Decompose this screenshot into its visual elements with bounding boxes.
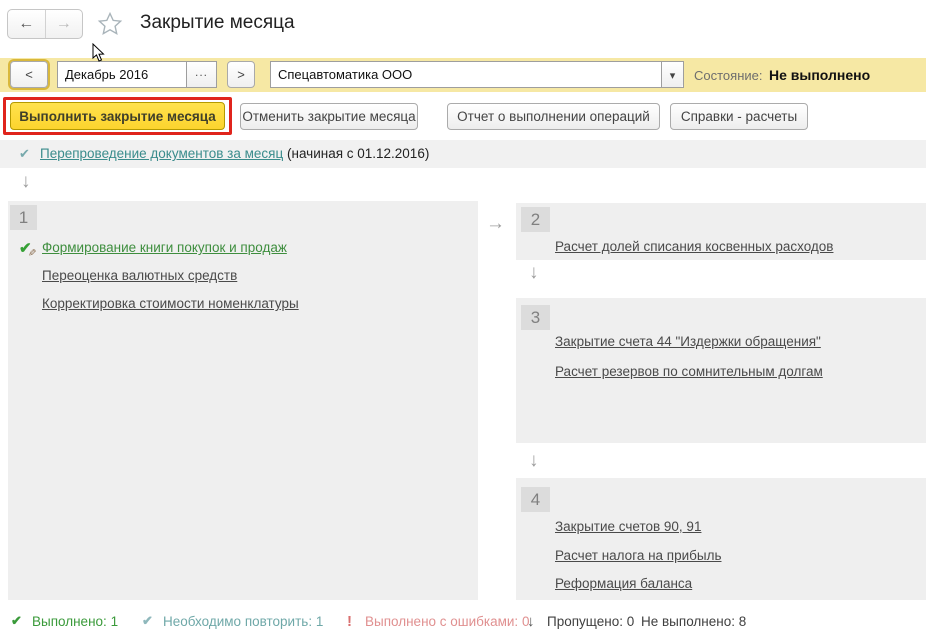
reposting-row: Перепроведение документов за месяц (начи… <box>0 140 926 168</box>
completed-check-pencil-icon <box>19 239 37 257</box>
repeat-check-icon <box>142 613 153 629</box>
status-errors-label: Выполнено с ошибками: <box>365 614 518 629</box>
period-toolbar: < Декабрь 2016 > Спецавтоматика ООО Сост… <box>0 58 926 92</box>
operation-link[interactable]: Расчет долей списания косвенных расходов <box>555 239 833 254</box>
stage-1-badge: 1 <box>10 205 37 230</box>
done-check-icon <box>11 613 22 629</box>
status-done-label: Выполнено: <box>32 614 107 629</box>
back-button[interactable] <box>8 10 45 38</box>
operation-link[interactable]: Расчет резервов по сомнительным долгам <box>555 364 823 379</box>
arrow-right-icon <box>56 15 72 33</box>
previous-period-button[interactable]: < <box>10 61 48 88</box>
operations-report-button[interactable]: Отчет о выполнении операций <box>447 103 660 130</box>
favorite-star-icon[interactable] <box>96 10 124 43</box>
operation-link[interactable]: Закрытие счетов 90, 91 <box>555 519 701 534</box>
organization-dropdown-button[interactable] <box>661 62 683 87</box>
chevron-down-icon <box>670 68 676 82</box>
flow-down-arrow-icon: ↓ <box>21 172 31 191</box>
state-label: Состояние: <box>694 68 762 83</box>
status-bar: Выполнено: 1 Необходимо повторить: 1 Вып… <box>0 610 926 638</box>
references-calculations-button[interactable]: Справки - расчеты <box>670 103 808 130</box>
organization-field: Спецавтоматика ООО <box>270 61 684 88</box>
operation-link[interactable]: Формирование книги покупок и продаж <box>42 240 287 255</box>
month-closing-window: Закрытие месяца < Декабрь 2016 > Спецавт… <box>0 0 926 638</box>
period-picker-button[interactable] <box>186 62 216 87</box>
state-value: Не выполнено <box>769 67 870 83</box>
stage-2-badge: 2 <box>521 207 550 232</box>
status-skipped-label: Пропущено: <box>547 614 623 629</box>
reposting-link[interactable]: Перепроведение документов за месяц <box>40 146 283 161</box>
operation-link[interactable]: Реформация баланса <box>555 576 692 591</box>
status-not-done-value: 8 <box>739 614 747 629</box>
cancel-closing-button[interactable]: Отменить закрытие месяца <box>240 103 418 130</box>
perform-closing-button[interactable]: Выполнить закрытие месяца <box>10 102 225 130</box>
stage-1-panel <box>8 201 478 600</box>
period-input[interactable]: Декабрь 2016 <box>58 62 186 87</box>
flow-down-arrow-icon: ↓ <box>529 263 539 282</box>
check-icon <box>19 145 30 163</box>
stage-3-badge: 3 <box>521 305 550 330</box>
organization-input[interactable]: Спецавтоматика ООО <box>271 62 661 87</box>
mouse-cursor <box>92 43 106 68</box>
forward-button[interactable] <box>45 10 83 38</box>
ellipsis-icon <box>195 68 208 82</box>
arrow-left-icon <box>18 15 34 33</box>
operation-link[interactable]: Переоценка валютных средств <box>42 268 237 283</box>
status-not-done-label: Не выполнено: <box>641 614 735 629</box>
status-not-done: Не выполнено: 8 <box>641 614 746 629</box>
status-skipped: Пропущено: 0 <box>547 614 634 629</box>
operation-link[interactable]: Расчет налога на прибыль <box>555 548 722 563</box>
error-exclamation-icon <box>347 613 352 630</box>
operation-link[interactable]: Закрытие счета 44 "Издержки обращения" <box>555 334 821 349</box>
period-field: Декабрь 2016 <box>57 61 217 88</box>
status-repeat-value: 1 <box>316 614 324 629</box>
flow-right-arrow-icon: → <box>486 214 505 233</box>
reposting-note: (начиная с 01.12.2016) <box>287 146 429 161</box>
flow-down-arrow-icon: ↓ <box>529 451 539 470</box>
status-done-value: 1 <box>111 614 119 629</box>
operation-link[interactable]: Корректировка стоимости номенклатуры <box>42 296 299 311</box>
stage-4-badge: 4 <box>521 487 550 512</box>
status-done: Выполнено: 1 <box>32 614 118 629</box>
page-title: Закрытие месяца <box>140 12 295 34</box>
skipped-down-arrow-icon <box>527 613 535 630</box>
history-nav-group <box>7 9 83 39</box>
status-repeat: Необходимо повторить: 1 <box>163 614 323 629</box>
status-errors: Выполнено с ошибками: 0 <box>365 614 529 629</box>
status-skipped-value: 0 <box>627 614 635 629</box>
next-period-button[interactable]: > <box>227 61 255 88</box>
status-repeat-label: Необходимо повторить: <box>163 614 312 629</box>
